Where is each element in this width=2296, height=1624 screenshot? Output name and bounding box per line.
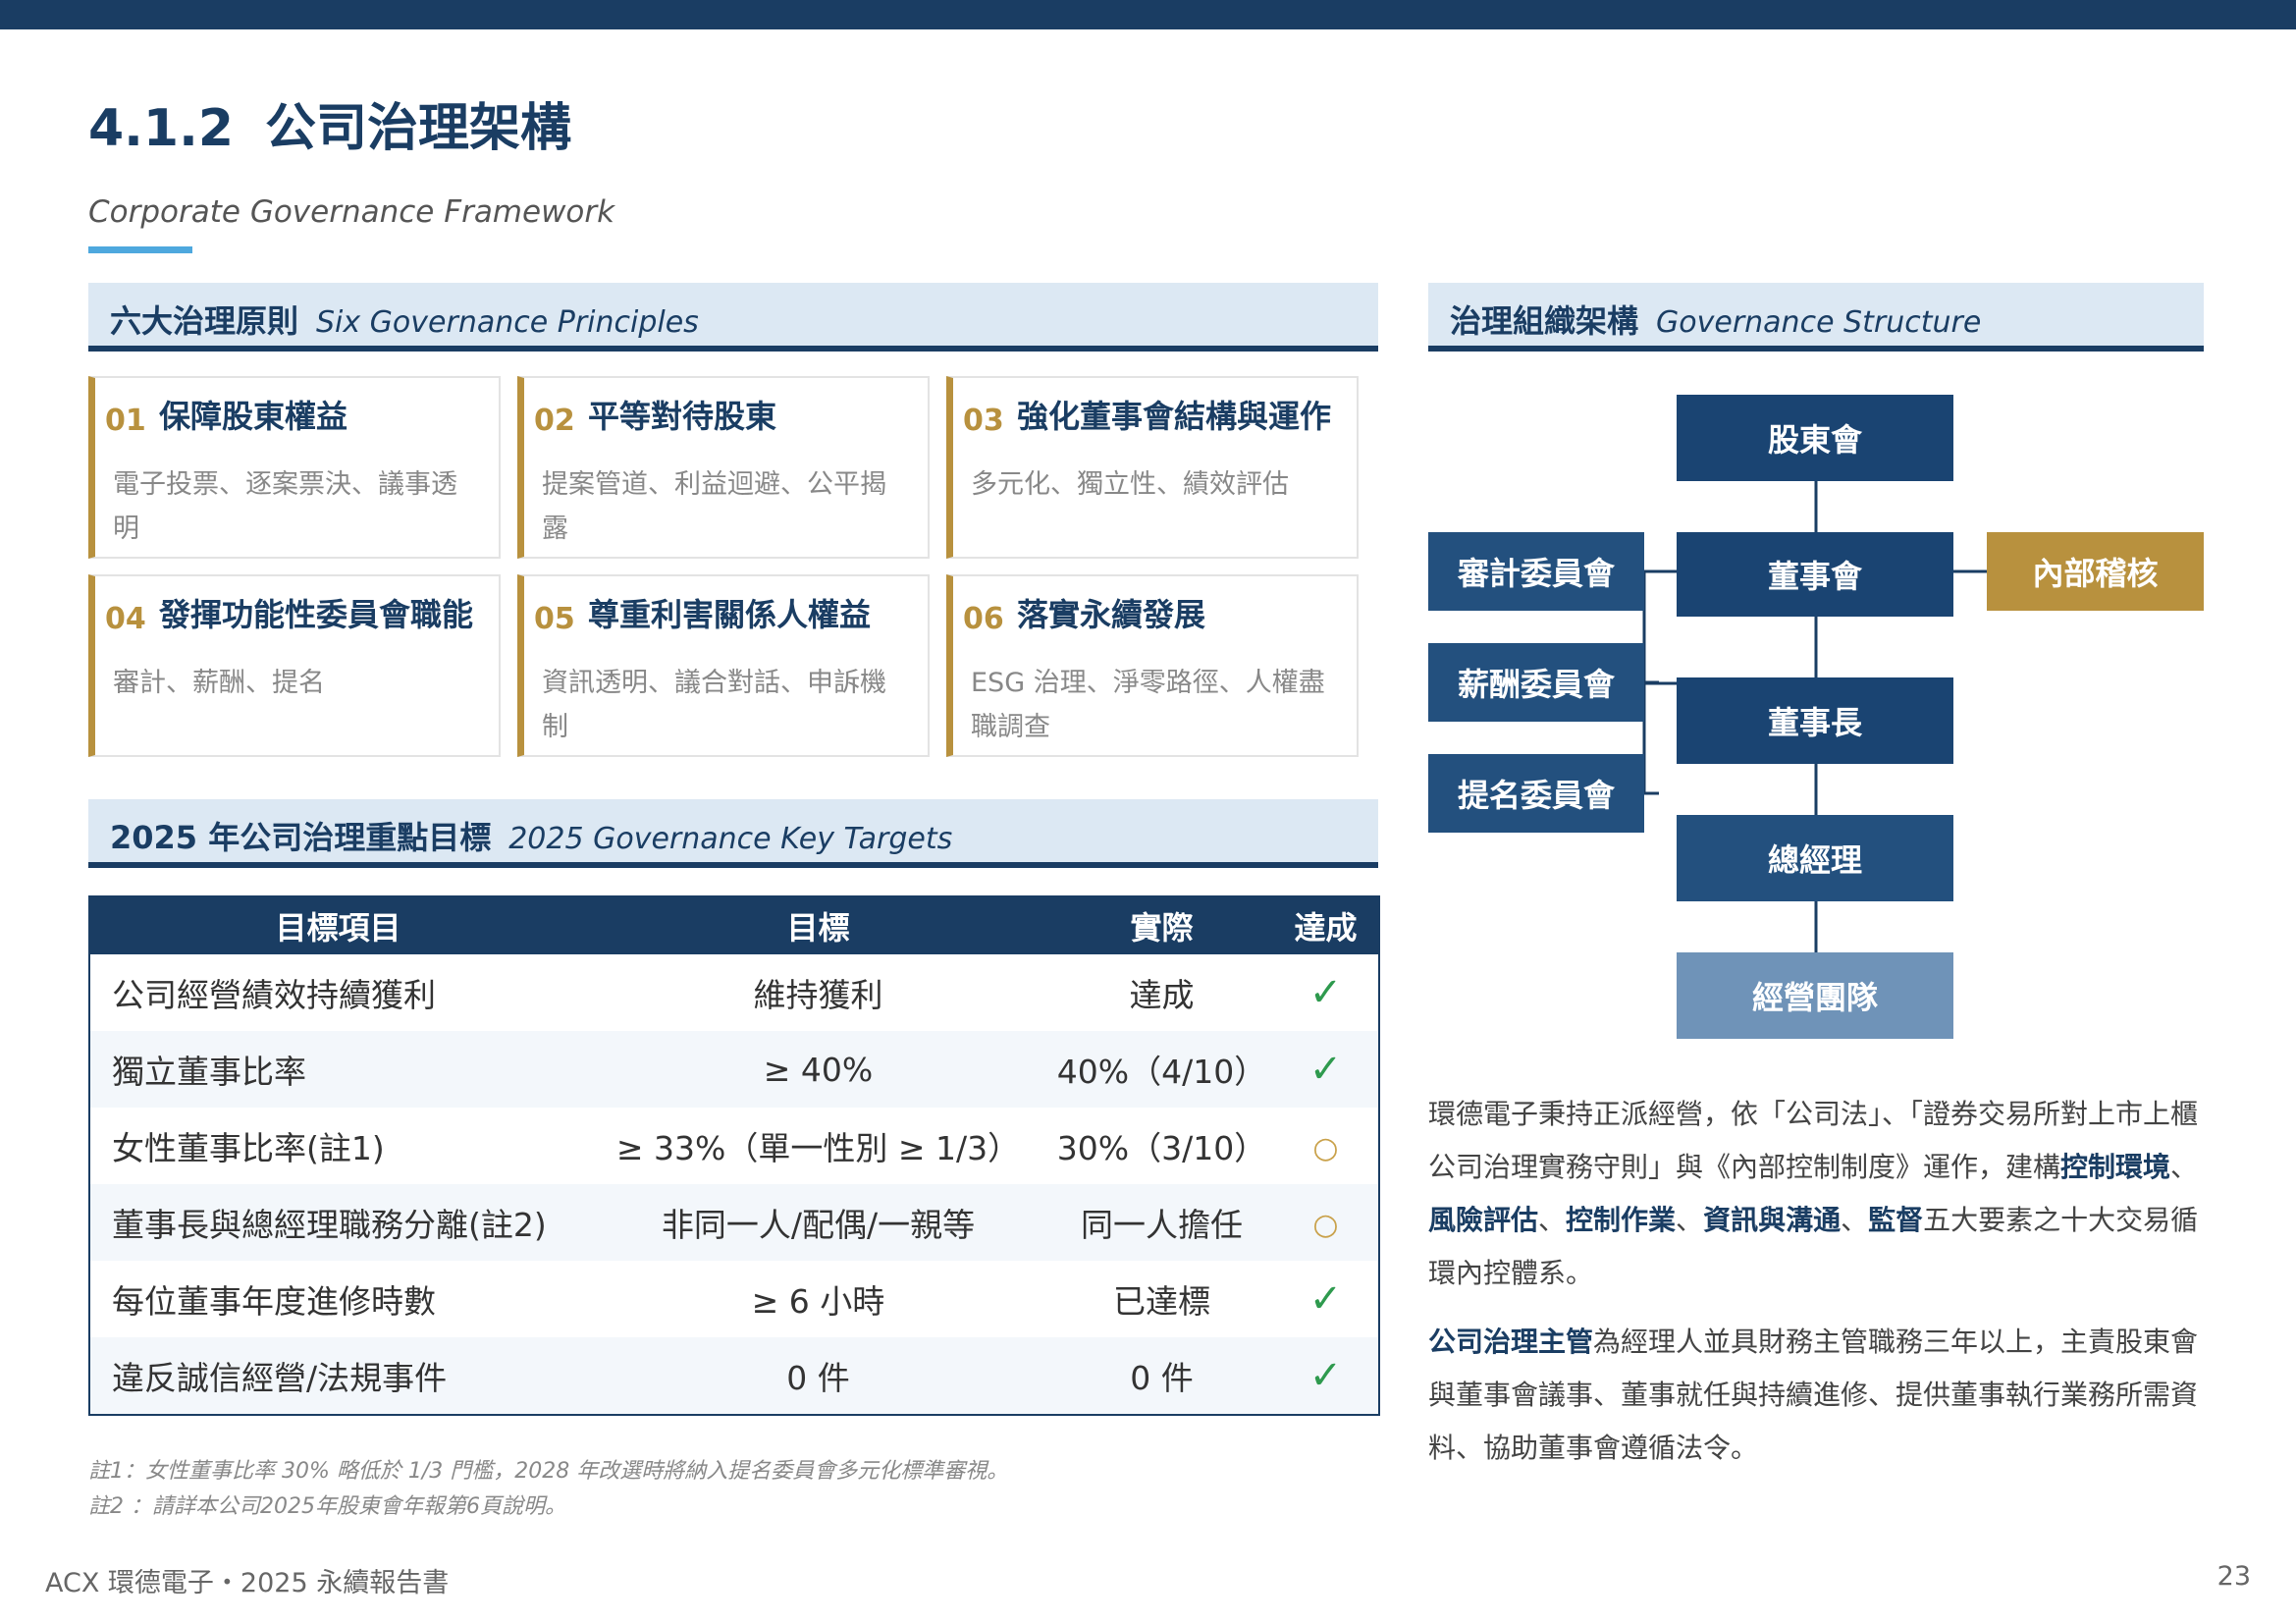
org-president: 總經理 xyxy=(1677,815,1953,901)
footer-text: ACX 環德電子・2025 永續報告書 xyxy=(45,1568,450,1598)
org-shareholders: 股東會 xyxy=(1677,395,1953,481)
org-internal-audit: 內部稽核 xyxy=(1987,532,2204,611)
org-audit-committee: 審計委員會 xyxy=(1428,532,1644,611)
org-chairman: 董事長 xyxy=(1677,677,1953,764)
org-board: 董事會 xyxy=(1677,532,1953,617)
governance-paragraph-1: 環德電子秉持正派經營，依「公司法」、「證券交易所對上市上櫃公司治理實務守則」與《… xyxy=(1428,1098,2199,1289)
page-number: 23 xyxy=(2216,1561,2251,1592)
org-management: 經營團隊 xyxy=(1677,952,1953,1039)
org-nomination-committee: 提名委員會 xyxy=(1428,754,1644,833)
org-remuneration-committee: 薪酬委員會 xyxy=(1428,643,1644,722)
governance-paragraph-2: 公司治理主管為經理人並具財務主管職務三年以上，主責股東會與董事會議事、董事就任與… xyxy=(1428,1326,2199,1464)
